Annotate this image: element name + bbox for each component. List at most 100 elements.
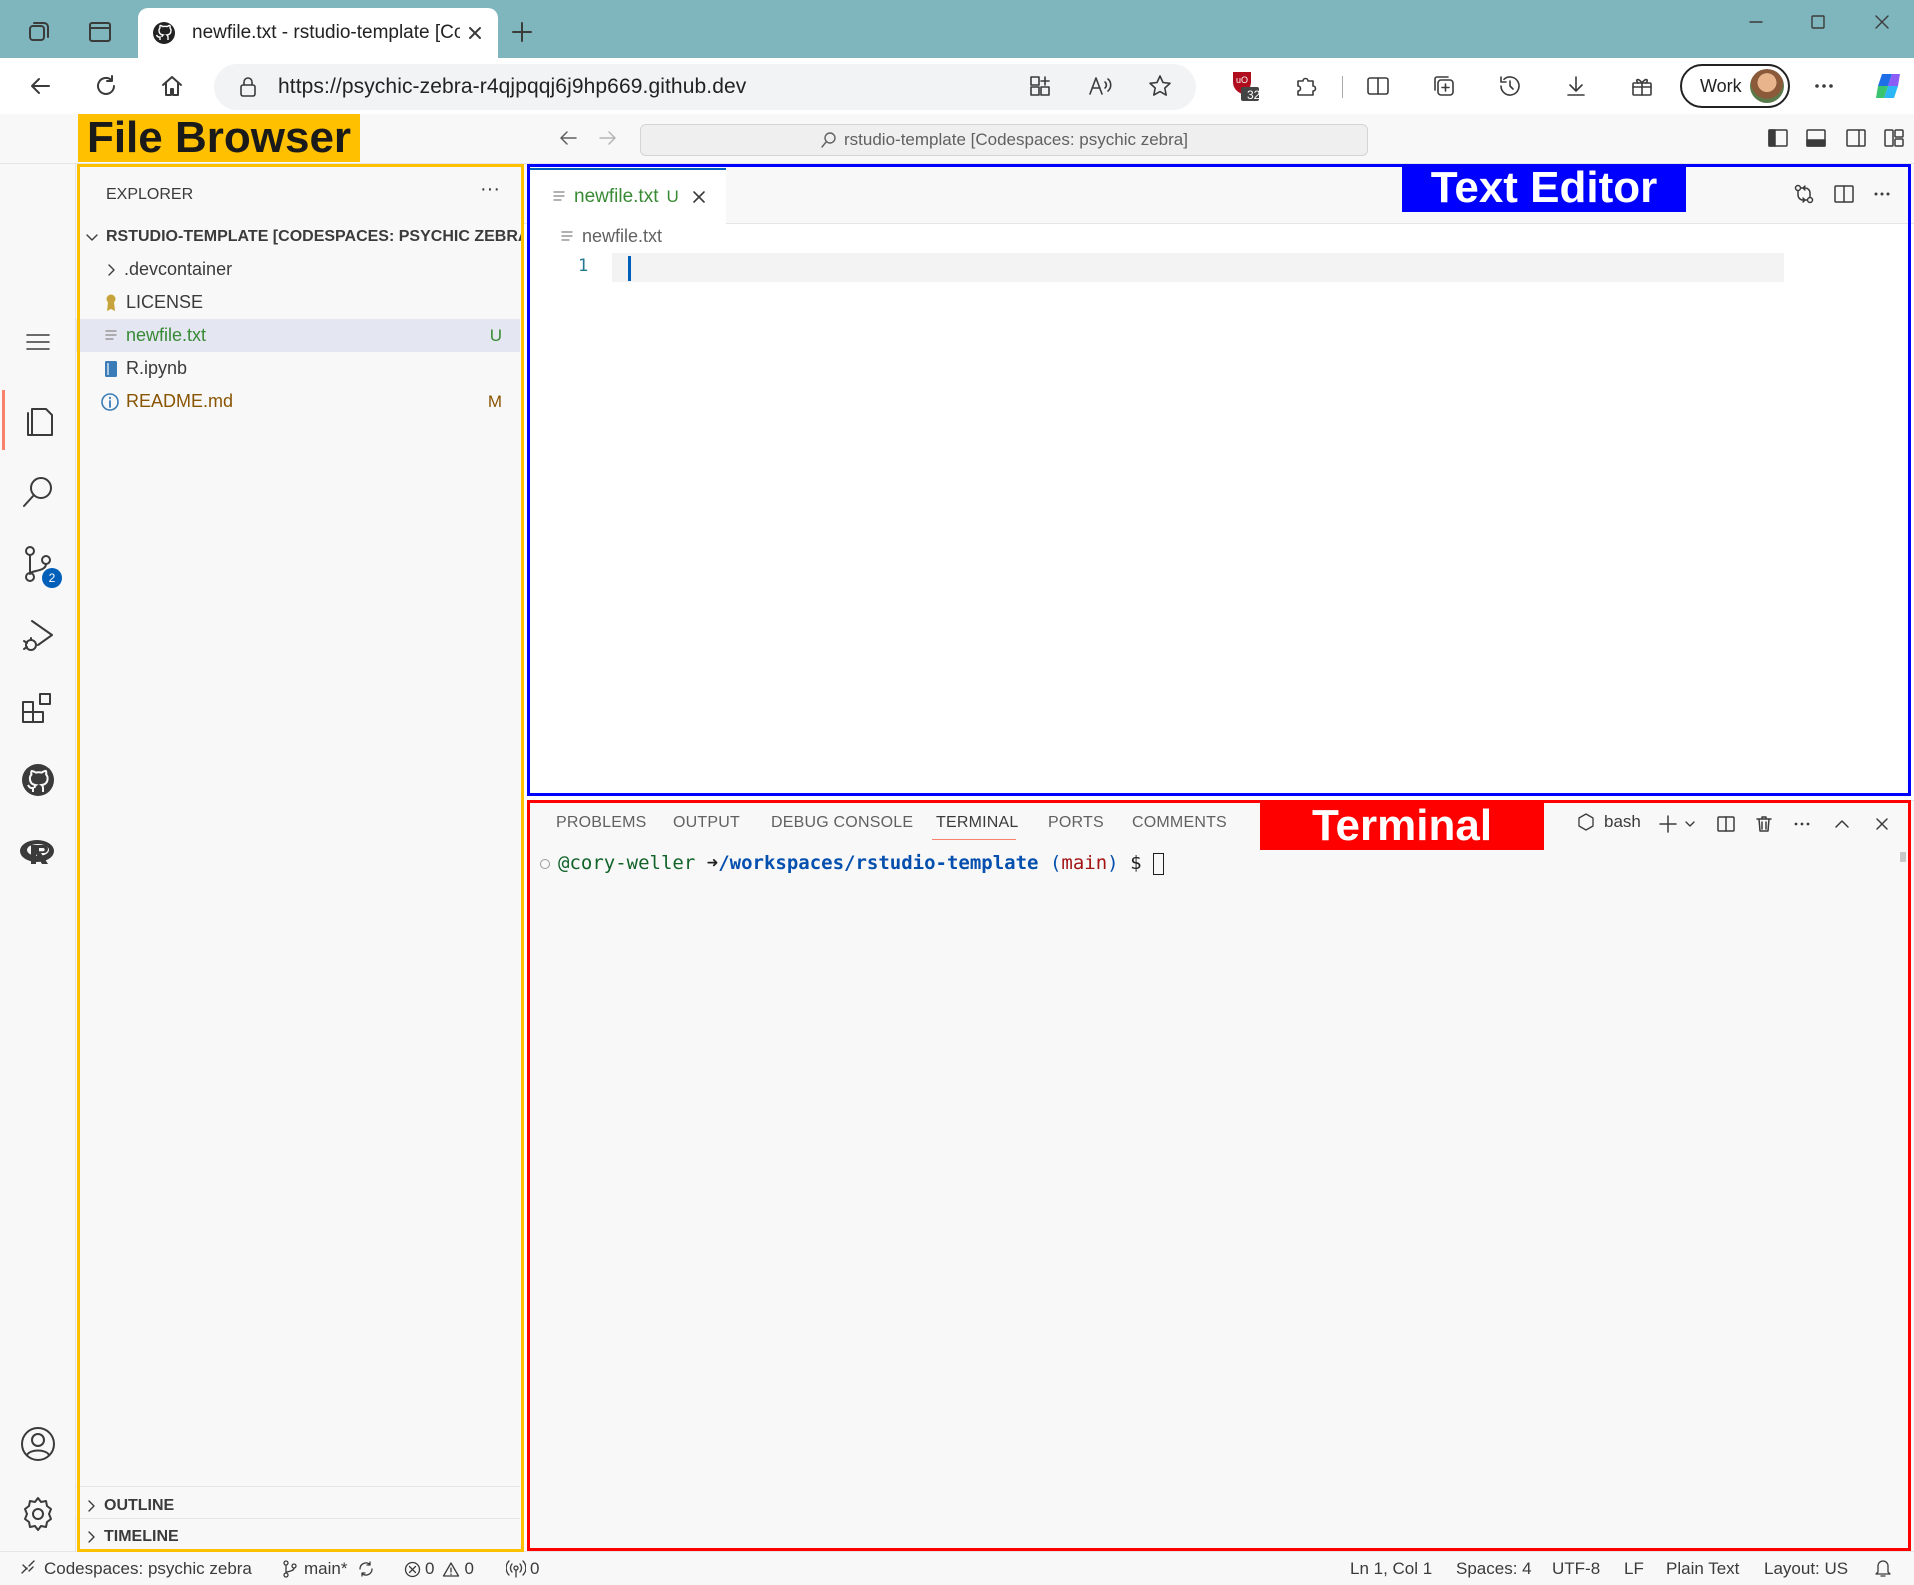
tab-active[interactable]: newfile.txt - rstudio-template [Codespac…: [138, 8, 498, 58]
explorer-files-icon[interactable]: [0, 384, 76, 456]
editor-tab-newfile[interactable]: newfile.txt U: [530, 168, 726, 224]
workspace-root-label: RSTUDIO-TEMPLATE [CODESPACES: PSYCHIC ZE…: [106, 227, 535, 245]
tab-comments[interactable]: COMMENTS: [1132, 814, 1227, 832]
maximize-panel-icon[interactable]: [1824, 806, 1860, 842]
tab-ports[interactable]: PORTS: [1048, 814, 1104, 832]
open-changes-icon[interactable]: [1784, 174, 1824, 214]
split-editor-icon[interactable]: [1824, 174, 1864, 214]
workspace-root[interactable]: RSTUDIO-TEMPLATE [CODESPACES: PSYCHIC ZE…: [76, 220, 535, 253]
chevron-down-icon[interactable]: [1676, 806, 1704, 842]
refresh-icon[interactable]: [84, 64, 128, 108]
tree-item-label: R.ipynb: [126, 358, 188, 378]
run-debug-icon[interactable]: [0, 600, 76, 672]
info-icon: [100, 392, 120, 412]
terminal-label: Terminal: [1260, 801, 1544, 850]
shell-label: bash: [1604, 812, 1641, 831]
editor-more-actions-icon[interactable]: [1862, 174, 1902, 214]
minimize-button[interactable]: [1734, 0, 1778, 44]
collections-icon[interactable]: [1422, 64, 1466, 108]
settings-more-icon[interactable]: [1802, 64, 1846, 108]
end-of-line[interactable]: LF: [1624, 1559, 1644, 1579]
split-terminal-icon[interactable]: [1708, 806, 1744, 842]
tab-title: newfile.txt - rstudio-template [Codespac…: [192, 22, 460, 43]
r-language-icon[interactable]: [0, 816, 76, 888]
timeline-section[interactable]: TIMELINE: [76, 1520, 520, 1553]
panel-more-actions-icon[interactable]: [1784, 806, 1820, 842]
bell-icon[interactable]: [1874, 1558, 1892, 1578]
vertical-tabs-icon[interactable]: [78, 10, 122, 54]
sync-icon[interactable]: [357, 1560, 375, 1578]
encoding[interactable]: UTF-8: [1552, 1559, 1600, 1579]
customize-layout-icon[interactable]: [1876, 120, 1912, 156]
ports-indicator[interactable]: 0: [506, 1559, 539, 1579]
modified-badge: M: [487, 391, 502, 411]
app-available-icon[interactable]: [1018, 64, 1062, 108]
terminal-prompt-line[interactable]: @cory-weller ➜/workspaces/rstudio-templa…: [540, 852, 1164, 875]
accounts-icon[interactable]: [0, 1408, 76, 1480]
cursor-position[interactable]: Ln 1, Col 1: [1350, 1559, 1432, 1579]
menu-icon[interactable]: [0, 322, 76, 362]
close-icon[interactable]: [691, 189, 707, 205]
tab-output[interactable]: OUTPUT: [673, 814, 740, 832]
problems-indicator[interactable]: 0 0: [404, 1559, 474, 1579]
file-browser-label: File Browser: [78, 113, 360, 162]
tree-item-label: README.md: [126, 391, 234, 411]
tree-item-devcontainer[interactable]: .devcontainer: [76, 253, 520, 286]
branch-indicator[interactable]: main*: [282, 1559, 375, 1579]
explorer-more-actions[interactable]: ···: [480, 178, 500, 201]
text-file-icon: [552, 189, 566, 205]
tree-item-ripynb[interactable]: R.ipynb: [76, 352, 520, 385]
nav-back-icon[interactable]: [548, 118, 588, 158]
toggle-panel-icon[interactable]: [1798, 120, 1834, 156]
chevron-right-icon: [84, 1529, 98, 1545]
bottom-panel: [528, 800, 1914, 1551]
tree-item-newfile[interactable]: newfile.txt U: [76, 319, 520, 352]
close-tab-icon[interactable]: [466, 24, 484, 42]
copilot-icon[interactable]: [1866, 64, 1910, 108]
split-screen-icon[interactable]: [1356, 64, 1400, 108]
tab-problems[interactable]: PROBLEMS: [556, 814, 647, 832]
new-tab-button[interactable]: [500, 10, 544, 54]
terminal-icon: [1576, 812, 1596, 832]
home-icon[interactable]: [150, 64, 194, 108]
keyboard-layout[interactable]: Layout: US: [1764, 1559, 1848, 1579]
downloads-icon[interactable]: [1554, 64, 1598, 108]
nav-forward-icon[interactable]: [588, 118, 628, 158]
terminal-shell-selector[interactable]: bash: [1576, 812, 1641, 832]
language-mode[interactable]: Plain Text: [1666, 1559, 1739, 1579]
manage-gear-icon[interactable]: [0, 1478, 76, 1550]
trash-icon[interactable]: [1746, 806, 1782, 842]
indentation[interactable]: Spaces: 4: [1456, 1559, 1532, 1579]
tab-terminal[interactable]: TERMINAL: [936, 814, 1019, 832]
maximize-button[interactable]: [1796, 0, 1840, 44]
remote-icon: [20, 1559, 36, 1575]
ublock-extension-icon[interactable]: uO 32: [1222, 64, 1266, 108]
back-icon[interactable]: [18, 64, 62, 108]
profile-label: Work: [1700, 75, 1742, 96]
workspaces-icon[interactable]: [16, 10, 60, 54]
extensions-icon[interactable]: [0, 672, 76, 744]
read-aloud-icon[interactable]: [1078, 64, 1122, 108]
breadcrumb[interactable]: newfile.txt: [560, 226, 662, 247]
tree-item-readme[interactable]: README.md M: [76, 385, 520, 418]
editor-tab-badge: U: [666, 187, 679, 206]
tab-debug-console[interactable]: DEBUG CONSOLE: [771, 814, 913, 832]
source-control-icon[interactable]: 2: [0, 528, 76, 600]
favorite-star-icon[interactable]: [1138, 64, 1182, 108]
search-sidebar-icon[interactable]: [0, 456, 76, 528]
remote-indicator[interactable]: Codespaces: psychic zebra: [0, 1552, 262, 1585]
terminal-status-circle: [540, 858, 550, 869]
extensions-puzzle-icon[interactable]: [1284, 64, 1328, 108]
command-center[interactable]: rstudio-template [Codespaces: psychic ze…: [640, 124, 1368, 156]
browser-essentials-icon[interactable]: [1620, 64, 1664, 108]
close-window-button[interactable]: [1860, 0, 1904, 44]
tree-item-license[interactable]: LICENSE: [76, 286, 520, 319]
history-icon[interactable]: [1488, 64, 1532, 108]
toggle-primary-sidebar-icon[interactable]: [1760, 120, 1796, 156]
tree-item-label: LICENSE: [126, 292, 204, 312]
toggle-secondary-sidebar-icon[interactable]: [1838, 120, 1874, 156]
github-icon[interactable]: [0, 744, 76, 816]
profile-button[interactable]: Work: [1680, 64, 1790, 108]
close-panel-icon[interactable]: [1864, 806, 1900, 842]
terminal-scrollbar[interactable]: [1900, 852, 1906, 862]
